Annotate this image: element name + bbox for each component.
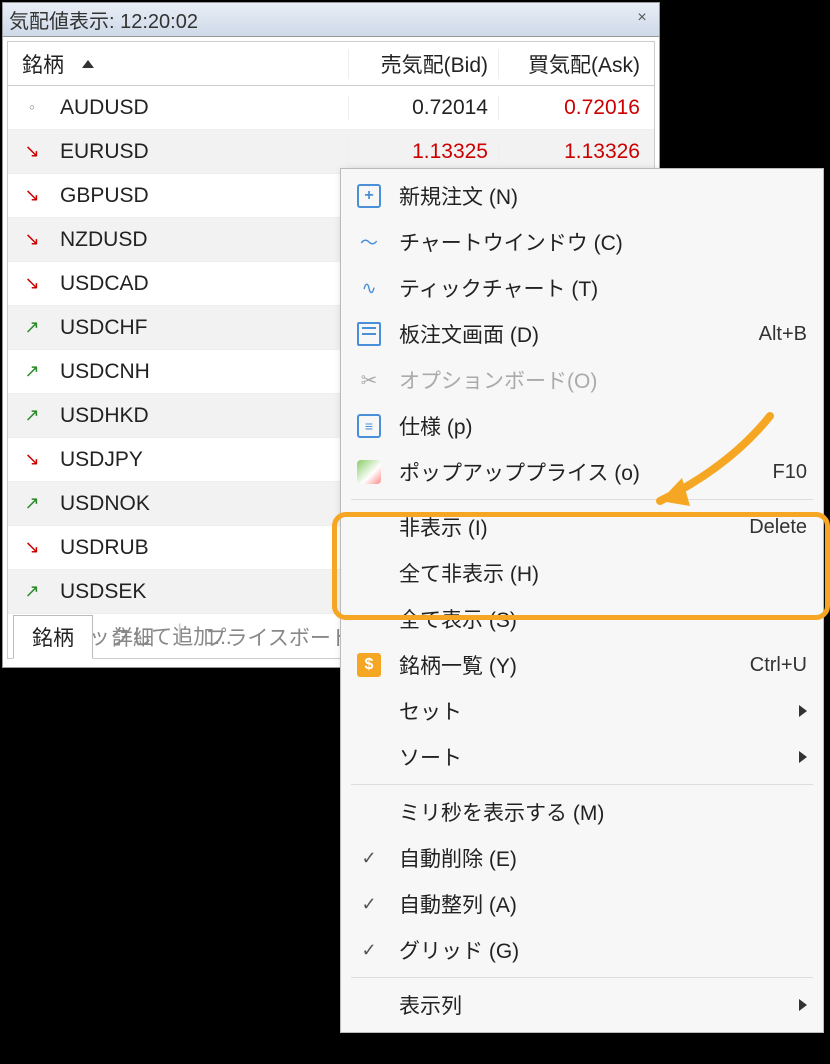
bid-cell: 0.72014 bbox=[348, 96, 498, 120]
trend-icon: ↘ bbox=[22, 449, 42, 470]
popup-price-icon bbox=[355, 458, 383, 486]
trend-icon: ↘ bbox=[22, 537, 42, 558]
menu-symbol-list[interactable]: $ 銘柄一覧 (Y) Ctrl+U bbox=[341, 642, 823, 688]
check-icon: ✓ bbox=[355, 890, 383, 918]
menu-symbol-list-label: 銘柄一覧 (Y) bbox=[399, 650, 750, 680]
symbol-name: USDCHF bbox=[60, 316, 148, 340]
symbol-list-icon: $ bbox=[355, 651, 383, 679]
menu-spec[interactable]: ≡ 仕様 (p) bbox=[341, 403, 823, 449]
trend-icon: ↗ bbox=[22, 493, 42, 514]
trend-icon: ↗ bbox=[22, 581, 42, 602]
menu-option-board: ✂ オプションボード(O) bbox=[341, 357, 823, 403]
menu-hide[interactable]: 非表示 (I) Delete bbox=[341, 504, 823, 550]
menu-symbol-list-shortcut: Ctrl+U bbox=[750, 654, 807, 677]
menu-show-ms[interactable]: ミリ秒を表示する (M) bbox=[341, 789, 823, 835]
menu-depth[interactable]: 板注文画面 (D) Alt+B bbox=[341, 311, 823, 357]
menu-new-order-label: 新規注文 (N) bbox=[399, 181, 807, 211]
close-icon[interactable]: × bbox=[631, 9, 653, 29]
menu-sort[interactable]: ソート bbox=[341, 734, 823, 780]
menu-auto-arrange-label: 自動整列 (A) bbox=[399, 889, 807, 919]
submenu-arrow-icon bbox=[799, 999, 807, 1011]
menu-spec-label: 仕様 (p) bbox=[399, 411, 807, 441]
symbol-name: EURUSD bbox=[60, 140, 149, 164]
menu-popup-price[interactable]: ポップアッププライス (o) F10 bbox=[341, 449, 823, 495]
menu-columns[interactable]: 表示列 bbox=[341, 982, 823, 1028]
col-header-ask[interactable]: 買気配(Ask) bbox=[498, 49, 654, 79]
spec-icon: ≡ bbox=[355, 412, 383, 440]
symbol-name: NZDUSD bbox=[60, 228, 148, 252]
symbol-name: USDCNH bbox=[60, 360, 150, 384]
chart-icon: 〜 bbox=[355, 228, 383, 256]
menu-separator bbox=[351, 977, 813, 978]
new-order-icon: + bbox=[355, 182, 383, 210]
window-title: 気配値表示: 12:20:02 bbox=[9, 5, 198, 34]
menu-auto-arrange[interactable]: ✓ 自動整列 (A) bbox=[341, 881, 823, 927]
symbol-name: USDHKD bbox=[60, 404, 149, 428]
check-icon: ✓ bbox=[355, 844, 383, 872]
sort-asc-icon bbox=[82, 60, 94, 68]
submenu-arrow-icon bbox=[799, 751, 807, 763]
menu-show-ms-label: ミリ秒を表示する (M) bbox=[399, 797, 807, 827]
depth-icon bbox=[355, 320, 383, 348]
menu-tick-chart[interactable]: ∿ ティックチャート (T) bbox=[341, 265, 823, 311]
menu-grid-label: グリッド (G) bbox=[399, 935, 807, 965]
trend-icon: ◦ bbox=[22, 97, 42, 118]
menu-auto-delete[interactable]: ✓ 自動削除 (E) bbox=[341, 835, 823, 881]
menu-depth-label: 板注文画面 (D) bbox=[399, 319, 759, 349]
symbol-name: USDCAD bbox=[60, 272, 149, 296]
trend-icon: ↘ bbox=[22, 141, 42, 162]
trend-icon: ↗ bbox=[22, 317, 42, 338]
menu-depth-shortcut: Alt+B bbox=[759, 323, 807, 346]
menu-hide-shortcut: Delete bbox=[749, 516, 807, 539]
tab-symbols[interactable]: 銘柄 bbox=[13, 615, 93, 659]
grid-header[interactable]: 銘柄 売気配(Bid) 買気配(Ask) bbox=[8, 42, 654, 86]
trend-icon: ↘ bbox=[22, 185, 42, 206]
menu-new-order[interactable]: + 新規注文 (N) bbox=[341, 173, 823, 219]
col-header-bid[interactable]: 売気配(Bid) bbox=[348, 49, 498, 79]
menu-sort-label: ソート bbox=[399, 742, 791, 772]
tabs: 銘柄 詳細 | プライスボード bbox=[13, 615, 371, 659]
symbol-name: AUDUSD bbox=[60, 96, 149, 120]
context-menu: + 新規注文 (N) 〜 チャートウインドウ (C) ∿ ティックチャート (T… bbox=[340, 168, 824, 1033]
menu-separator bbox=[351, 499, 813, 500]
titlebar[interactable]: 気配値表示: 12:20:02 × bbox=[3, 3, 659, 37]
ask-cell: 1.13326 bbox=[498, 140, 654, 164]
tab-details[interactable]: 詳細 bbox=[93, 615, 173, 659]
menu-set[interactable]: セット bbox=[341, 688, 823, 734]
menu-hide-all-label: 全て非表示 (H) bbox=[399, 558, 807, 588]
symbol-name: USDRUB bbox=[60, 536, 149, 560]
symbol-name: USDSEK bbox=[60, 580, 146, 604]
trend-icon: ↘ bbox=[22, 229, 42, 250]
table-row[interactable]: ◦ AUDUSD 0.720140.72016 bbox=[8, 86, 654, 130]
bid-cell: 1.13325 bbox=[348, 140, 498, 164]
symbol-name: USDNOK bbox=[60, 492, 150, 516]
symbol-name: USDJPY bbox=[60, 448, 143, 472]
check-icon: ✓ bbox=[355, 936, 383, 964]
menu-show-all-label: 全て表示 (S) bbox=[399, 604, 807, 634]
menu-popup-price-shortcut: F10 bbox=[773, 461, 807, 484]
ask-cell: 0.72016 bbox=[498, 96, 654, 120]
trend-icon: ↘ bbox=[22, 273, 42, 294]
tick-chart-icon: ∿ bbox=[355, 274, 383, 302]
menu-hide-label: 非表示 (I) bbox=[399, 512, 749, 542]
menu-option-board-label: オプションボード(O) bbox=[399, 365, 807, 395]
symbol-name: GBPUSD bbox=[60, 184, 149, 208]
menu-popup-price-label: ポップアッププライス (o) bbox=[399, 457, 773, 487]
menu-show-all[interactable]: 全て表示 (S) bbox=[341, 596, 823, 642]
menu-hide-all[interactable]: 全て非表示 (H) bbox=[341, 550, 823, 596]
col-header-symbol-label: 銘柄 bbox=[22, 49, 64, 79]
menu-chart-window[interactable]: 〜 チャートウインドウ (C) bbox=[341, 219, 823, 265]
option-board-icon: ✂ bbox=[355, 366, 383, 394]
col-header-symbol[interactable]: 銘柄 bbox=[8, 49, 348, 79]
trend-icon: ↗ bbox=[22, 361, 42, 382]
menu-auto-delete-label: 自動削除 (E) bbox=[399, 843, 807, 873]
trend-icon: ↗ bbox=[22, 405, 42, 426]
submenu-arrow-icon bbox=[799, 705, 807, 717]
menu-columns-label: 表示列 bbox=[399, 990, 791, 1020]
menu-chart-window-label: チャートウインドウ (C) bbox=[399, 227, 807, 257]
menu-separator bbox=[351, 784, 813, 785]
menu-grid[interactable]: ✓ グリッド (G) bbox=[341, 927, 823, 973]
menu-set-label: セット bbox=[399, 696, 791, 726]
menu-tick-chart-label: ティックチャート (T) bbox=[399, 273, 807, 303]
